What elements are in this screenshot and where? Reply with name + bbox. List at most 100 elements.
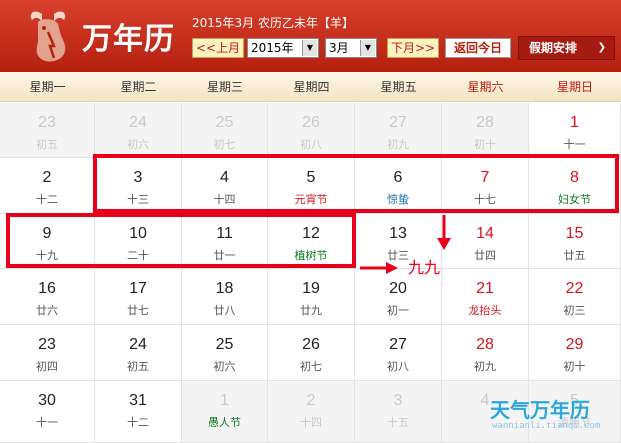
calendar-day-cell[interactable]: 27 初九 [355,103,442,158]
calendar-day-cell[interactable]: 27 初八 [355,325,442,381]
festival-label: 愚人节 [208,416,241,429]
day-number: 21 [476,280,494,297]
day-number: 28 [476,114,494,131]
calendar-day-cell[interactable]: 1 十一 [529,103,621,158]
day-number: 31 [129,392,147,409]
calendar-day-cell[interactable]: 19 廿九 [268,269,355,325]
lunar-date: 十五 [387,416,409,429]
weekday-label: 星期四 [293,80,330,94]
lunar-date: 初七 [213,138,236,151]
lunar-date: 十一 [563,138,586,151]
year-select-value: 2015年 [251,41,294,55]
day-number: 30 [38,392,56,409]
month-select-value: 3月 [329,41,349,55]
lunar-date: 初六 [127,138,149,151]
calendar-day-cell[interactable]: 18 廿八 [182,269,268,325]
holiday-schedule-label: 假期安排 [529,41,578,55]
lunar-date: 十二 [127,416,149,429]
month-select[interactable]: 3月 ▼ [325,38,377,58]
lunar-date: 初九 [387,138,409,151]
calendar-day-cell[interactable]: 2 十四 [268,381,355,443]
calendar-day-cell[interactable]: 14 廿四 [442,214,529,269]
day-number: 24 [129,114,147,131]
day-number: 24 [129,336,147,353]
lunar-date: 初八 [387,360,409,373]
day-number: 22 [565,280,584,297]
day-number: 3 [393,392,403,409]
calendar-day-cell[interactable]: 31 十二 [95,381,182,443]
weekday-header: 星期一 星期二 星期三 星期四 星期五 星期六 星期日 [0,72,621,102]
lunar-date: 廿七 [127,304,149,317]
lunar-date: 初十 [474,138,496,151]
day-number: 25 [215,336,234,353]
day-number: 16 [38,280,56,297]
app-logo-text: 万年历 [82,22,175,57]
lunar-date: 十二 [36,193,58,206]
calendar-day-cell[interactable]: 24 初五 [95,325,182,381]
calendar-day-cell[interactable]: 28 初十 [442,103,529,158]
lunar-date: 初六 [213,360,236,373]
lunar-date: 初一 [387,304,409,317]
lunar-date: 初五 [36,138,58,151]
calendar-day-cell[interactable]: 24 初六 [95,103,182,158]
calendar-day-cell[interactable]: 30 十一 [0,381,95,443]
lunar-date: 初七 [300,360,322,373]
day-number: 27 [389,114,407,131]
day-number: 19 [302,280,320,297]
chevron-down-icon: ▼ [302,40,317,56]
calendar-day-cell[interactable]: 17 廿七 [95,269,182,325]
calendar-day-cell[interactable]: 3 十五 [355,381,442,443]
calendar-day-cell[interactable]: 21 龙抬头 [442,269,529,325]
calendar-day-cell[interactable]: 23 初四 [0,325,95,381]
jiujiu-annotation: 九九 [408,258,441,277]
year-select[interactable]: 2015年 ▼ [247,38,319,58]
day-number: 23 [38,114,56,131]
chevron-down-icon: ▼ [360,40,375,56]
calendar-day-cell[interactable]: 2 十二 [0,158,95,214]
holiday-schedule-button[interactable]: 假期安排 ❯ [518,36,615,60]
calendar-day-cell[interactable]: 25 初七 [182,103,268,158]
lunar-date: 初四 [36,360,58,373]
lunar-date: 廿四 [474,249,496,262]
lunar-date: 十四 [300,416,322,429]
calendar-day-cell[interactable]: 23 初五 [0,103,95,158]
calendar-day-cell[interactable]: 28 初九 [442,325,529,381]
day-number: 26 [302,336,320,353]
day-number: 25 [215,114,234,131]
lunar-date: 初三 [563,304,586,317]
back-to-today-button[interactable]: 返回今日 [445,38,511,58]
lunar-date: 初九 [474,360,496,373]
day-number: 1 [570,114,579,131]
lunar-date: 初五 [127,360,149,373]
calendar-day-cell[interactable]: 26 初七 [268,325,355,381]
highlight-box-week-1 [93,154,619,213]
chevron-down-icon: ❯ [597,42,606,53]
calendar-day-cell[interactable]: 15 廿五 [529,214,621,269]
calendar-day-cell[interactable]: 22 初三 [529,269,621,325]
prev-month-button[interactable]: <<上月 [192,38,244,58]
day-number: 23 [38,336,56,353]
day-number: 15 [565,225,584,242]
next-month-button[interactable]: 下月>> [387,38,439,58]
day-number: 14 [476,225,494,242]
lunar-date: 廿五 [563,249,586,262]
day-number: 1 [220,392,229,409]
day-number: 13 [389,225,407,242]
weekday-label: 星期日 [556,80,593,94]
calendar-day-cell[interactable]: 26 初八 [268,103,355,158]
watermark-text: 天气万年历 [490,398,590,422]
day-number: 29 [565,336,584,353]
lunar-date: 廿六 [36,304,58,317]
calendar-day-cell[interactable]: 29 初十 [529,325,621,381]
lunar-date: 廿九 [300,304,322,317]
lunar-date: 廿八 [213,304,236,317]
calendar-day-cell[interactable]: 25 初六 [182,325,268,381]
header-bar: 万年历 2015年3月 农历乙未年【羊】 <<上月 2015年 ▼ 3月 ▼ 下… [0,0,621,72]
highlight-box-week-2 [6,213,356,268]
day-number: 2 [306,392,316,409]
calendar-day-cell[interactable]: 1 愚人节 [182,381,268,443]
lunar-date: 初八 [300,138,322,151]
weekday-label: 星期五 [380,80,417,94]
festival-label: 龙抬头 [468,304,502,317]
calendar-day-cell[interactable]: 16 廿六 [0,269,95,325]
